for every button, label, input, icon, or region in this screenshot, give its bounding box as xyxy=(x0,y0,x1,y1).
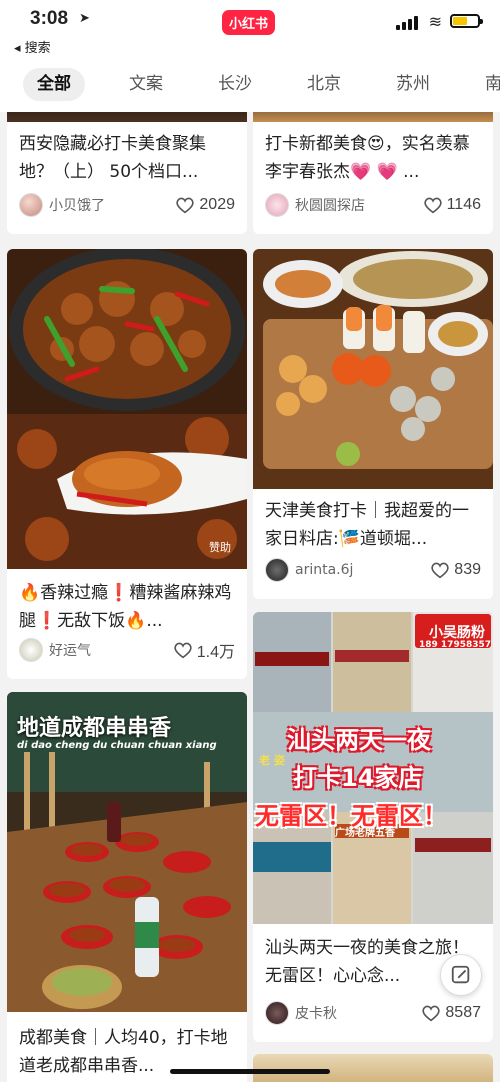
food-photo xyxy=(7,249,247,569)
note-cover-image xyxy=(253,249,493,489)
note-cover-image xyxy=(253,112,493,122)
note-title: 天津美食打卡｜我超爱的一家日料店:🎏道顿堀... xyxy=(265,501,469,549)
cellular-signal-icon xyxy=(396,16,418,30)
sponsored-label: 赞助 xyxy=(209,541,231,554)
note-card[interactable]: 赞助 🔥香辣过瘾❗糟辣酱麻辣鸡腿❗无敌下饭🔥... 好运气 1.4万 xyxy=(7,249,247,679)
author-name[interactable]: 秋圆圆探店 xyxy=(295,195,423,215)
avatar[interactable] xyxy=(265,1001,289,1025)
note-meta: arinta.6j 839 xyxy=(265,557,481,583)
author-name[interactable]: 好运气 xyxy=(49,640,173,660)
back-to-search-link[interactable]: ◂ 搜索 xyxy=(14,37,51,56)
heart-icon[interactable] xyxy=(173,641,193,659)
like-count: 1146 xyxy=(446,196,481,213)
cover-overlay-title: 地道成都串串香 xyxy=(17,715,172,741)
edit-icon xyxy=(451,965,470,984)
note-feed: 西安隐藏必打卡美食聚集地？（上） 50个档口... 小贝饿了 2029 打卡新都… xyxy=(0,112,500,1082)
shop-phone: 189 17958357 xyxy=(419,640,492,650)
heart-icon[interactable] xyxy=(430,561,450,579)
tab-suzhou[interactable]: 苏州 xyxy=(382,68,444,101)
author-name[interactable]: 小贝饿了 xyxy=(49,195,175,215)
wifi-icon: ≋ xyxy=(428,12,442,31)
tab-beijing[interactable]: 北京 xyxy=(293,68,355,101)
home-indicator[interactable] xyxy=(170,1069,330,1074)
note-cover-image xyxy=(253,1054,493,1082)
note-cover-image: 地道成都串串香 di dao cheng du chuan chuan xian… xyxy=(7,692,247,1012)
author-name[interactable]: arinta.6j xyxy=(295,562,430,578)
cover-overlay-pinyin: di dao cheng du chuan chuan xiang xyxy=(17,740,217,751)
note-card[interactable]: 地道成都串串香 di dao cheng du chuan chuan xian… xyxy=(7,692,247,1082)
author-name[interactable]: 皮卡秋 xyxy=(295,1003,421,1023)
note-title: 🔥香辣过瘾❗糟辣酱麻辣鸡腿❗无敌下饭🔥... xyxy=(19,583,232,631)
like-count: 2029 xyxy=(199,196,235,213)
note-cover-image: 小吴肠粉 189 17958357 广场老牌五香 老 姿 汕头两天一夜 打卡14… xyxy=(253,612,493,924)
battery-icon xyxy=(450,14,483,28)
shop-sign: 小吴肠粉 xyxy=(429,625,485,641)
avatar[interactable] xyxy=(265,193,289,217)
cover-overlay-line3: 无雷区！无雷区！ xyxy=(255,802,447,830)
note-meta: 皮卡秋 8587 xyxy=(265,1000,481,1026)
cover-overlay-line2: 打卡14家店 xyxy=(293,764,423,792)
note-meta: 秋圆圆探店 1146 xyxy=(265,192,481,218)
note-meta: 好运气 1.4万 xyxy=(19,637,235,663)
note-meta: 小贝饿了 2029 xyxy=(19,192,235,218)
like-count: 8587 xyxy=(445,1004,481,1021)
note-cover-image xyxy=(7,112,247,122)
note-cover-image: 赞助 xyxy=(7,249,247,569)
tab-changsha[interactable]: 长沙 xyxy=(204,68,266,101)
like-count: 839 xyxy=(454,561,481,578)
note-title: 打卡新都美食😍，实名羡慕李宇春张杰💗 💗 ... xyxy=(265,134,470,182)
heart-icon[interactable] xyxy=(423,196,443,214)
clock: 3:08 xyxy=(30,8,69,29)
cover-overlay-line1: 汕头两天一夜 xyxy=(287,726,431,754)
like-count: 1.4万 xyxy=(196,644,235,661)
status-bar: 3:08 ➤ ◂ 搜索 小红书 ≋ xyxy=(0,0,500,56)
shop-sign: 老 姿 xyxy=(259,754,285,767)
category-tabs: 全部 文案 长沙 北京 苏州 南 xyxy=(0,56,500,112)
avatar[interactable] xyxy=(19,193,43,217)
heart-icon[interactable] xyxy=(175,196,195,214)
tab-all[interactable]: 全部 xyxy=(23,68,85,101)
note-card[interactable]: 西安隐藏必打卡美食聚集地？（上） 50个档口... 小贝饿了 2029 xyxy=(7,112,247,234)
note-card[interactable]: 天津美食打卡｜我超爱的一家日料店:🎏道顿堀... arinta.6j 839 xyxy=(253,249,493,599)
heart-icon[interactable] xyxy=(421,1004,441,1022)
food-photo xyxy=(253,249,493,489)
note-card[interactable]: 打卡新都美食😍，实名羡慕李宇春张杰💗 💗 ... 秋圆圆探店 1146 xyxy=(253,112,493,234)
avatar[interactable] xyxy=(265,558,289,582)
location-arrow-icon: ➤ xyxy=(79,11,90,26)
tab-copywriting[interactable]: 文案 xyxy=(115,68,177,101)
avatar[interactable] xyxy=(19,638,43,662)
note-card[interactable] xyxy=(253,1054,493,1082)
tab-nan[interactable]: 南 xyxy=(471,68,500,101)
app-brand-badge[interactable]: 小红书 xyxy=(222,10,276,35)
note-title: 西安隐藏必打卡美食聚集地？（上） 50个档口... xyxy=(19,134,206,182)
compose-button[interactable] xyxy=(440,954,482,996)
